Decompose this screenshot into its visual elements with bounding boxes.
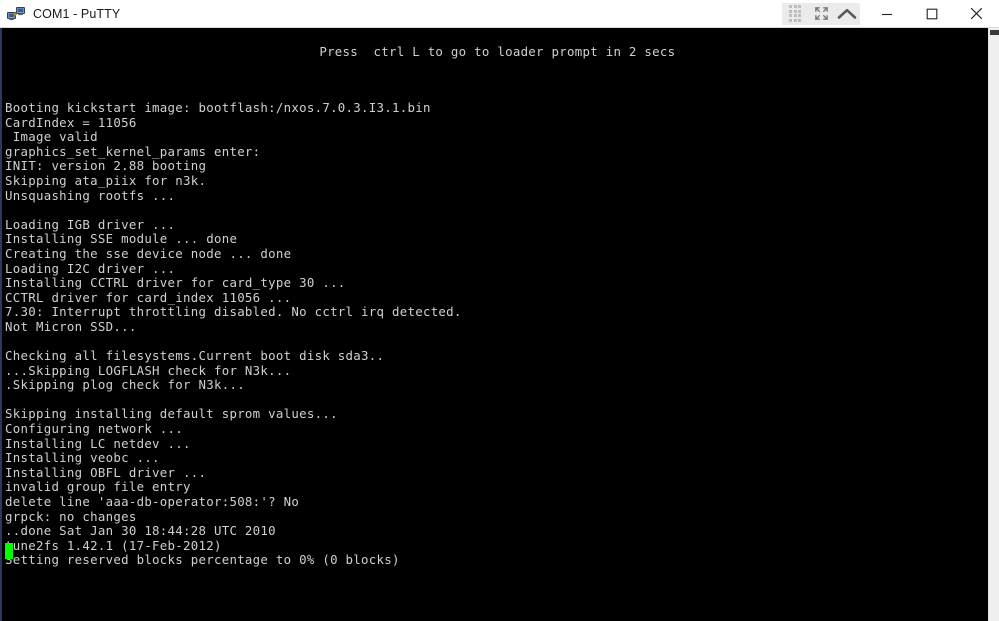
expand-arrows-icon[interactable] xyxy=(808,3,834,25)
terminal-line: invalid group file entry xyxy=(5,479,191,495)
terminal-line: INIT: version 2.88 booting xyxy=(5,158,207,174)
terminal-line: Image valid xyxy=(5,129,98,145)
boot-log-lines: Booting kickstart image: bootflash:/nxos… xyxy=(5,100,988,568)
close-button[interactable] xyxy=(954,0,999,27)
title-bar[interactable]: COM1 - PuTTY xyxy=(0,0,999,28)
terminal-line: Creating the sse device node ... done xyxy=(5,245,292,261)
window-title: COM1 - PuTTY xyxy=(33,6,121,21)
terminal-line: Not Micron SSD... xyxy=(5,318,137,334)
terminal-line: Booting kickstart image: bootflash:/nxos… xyxy=(5,100,431,115)
capture-toolbar[interactable] xyxy=(782,2,860,25)
terminal-line: Configuring network ... xyxy=(5,421,184,437)
vertical-scrollbar[interactable] xyxy=(988,28,999,621)
loader-prompt-notice: Press ctrl L to go to loader prompt in 2… xyxy=(2,44,676,59)
terminal-line: Setting reserved blocks percentage to 0%… xyxy=(5,552,400,568)
terminal-line: Skipping installing default sprom values… xyxy=(5,406,338,422)
terminal-line: tune2fs 1.42.1 (17-Feb-2012) xyxy=(5,537,222,553)
terminal-line: grpck: no changes xyxy=(5,508,137,524)
block-cursor xyxy=(5,543,13,559)
terminal-output-area[interactable]: Press ctrl L to go to loader prompt in 2… xyxy=(0,28,988,621)
terminal-screen: Press ctrl L to go to loader prompt in 2… xyxy=(2,28,988,621)
terminal-line: Installing CCTRL driver for card_type 30… xyxy=(5,275,346,291)
terminal-line: Installing OBFL driver ... xyxy=(5,464,207,480)
terminal-line: .Skipping plog check for N3k... xyxy=(5,377,245,393)
minimize-button[interactable] xyxy=(864,0,909,27)
terminal-line: delete line 'aaa-db-operator:508:'? No xyxy=(5,494,300,510)
terminal-line: Checking all filesystems.Current boot di… xyxy=(5,348,385,364)
terminal-line: CardIndex = 11056 xyxy=(5,114,137,130)
putty-network-icon xyxy=(6,4,26,24)
terminal-line: graphics_set_kernel_params enter: xyxy=(5,143,261,159)
terminal-line: 7.30: Interrupt throttling disabled. No … xyxy=(5,304,462,320)
terminal-line: Installing SSE module ... done xyxy=(5,231,238,247)
dots-grid-icon[interactable] xyxy=(782,3,808,25)
terminal-line: Installing LC netdev ... xyxy=(5,435,191,451)
terminal-line: Loading IGB driver ... xyxy=(5,216,176,232)
putty-window: COM1 - PuTTY Press ctrl L to go to loade… xyxy=(0,0,999,621)
terminal-line: Unsquashing rootfs ... xyxy=(5,187,176,203)
terminal-line: ..done Sat Jan 30 18:44:28 UTC 2010 xyxy=(5,523,276,539)
terminal-line: Installing veobc ... xyxy=(5,450,160,466)
scrollbar-thumb[interactable] xyxy=(990,30,999,35)
maximize-button[interactable] xyxy=(909,0,954,27)
terminal-line: CCTRL driver for card_index 11056 ... xyxy=(5,289,292,305)
terminal-line: Loading I2C driver ... xyxy=(5,260,176,276)
terminal-line: Skipping ata_piix for n3k. xyxy=(5,172,207,188)
terminal-line: ...Skipping LOGFLASH check for N3k... xyxy=(5,362,292,378)
chevron-up-icon[interactable] xyxy=(834,3,860,25)
